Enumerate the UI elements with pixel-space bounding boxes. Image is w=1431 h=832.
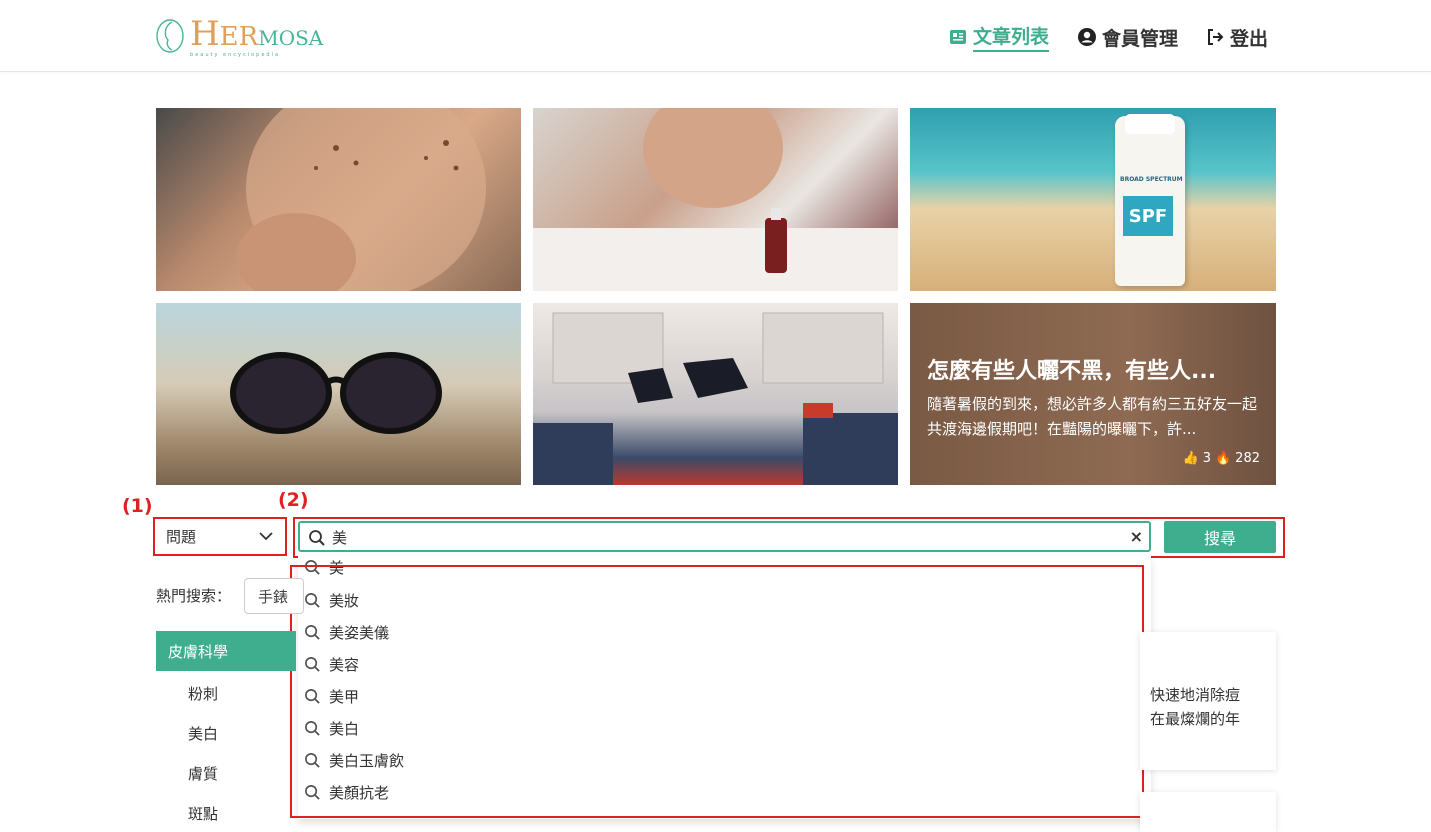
search-button[interactable]: 搜尋 (1164, 521, 1276, 553)
article-card[interactable]: 快速地消除痘 在最燦爛的年 (1140, 632, 1276, 770)
featured-tile-serum[interactable] (533, 108, 898, 291)
nav-logout-label: 登出 (1230, 27, 1269, 50)
article-card-text-line: 在最燦爛的年 (1150, 710, 1241, 728)
sidebar-item-spots[interactable]: 斑點 (188, 803, 218, 824)
featured-tile-dark-spots[interactable] (156, 108, 521, 291)
search-box[interactable]: × (298, 521, 1151, 552)
category-select-value: 問題 (166, 527, 197, 546)
nav-member-label: 會員管理 (1102, 27, 1179, 50)
annotation-label-1: (1) (122, 495, 153, 517)
tile-article-desc: 隨著暑假的到來，想必許多人都有約三五好友一起共渡海邊假期吧！在豔陽的曝曬下，許.… (927, 395, 1258, 438)
tile-article-stats: 👍 3 🔥 282 (1183, 451, 1260, 466)
category-select[interactable]: 問題 (158, 520, 282, 552)
woman-serum-illustration (533, 108, 898, 291)
hermosa-logo[interactable]: HERMOSA beauty encyclopedia (154, 14, 323, 58)
nav-article-list[interactable]: 文章列表 (948, 22, 1050, 52)
sidebar-item-whitening[interactable]: 美白 (188, 723, 218, 744)
annotation-box-2-dropdown (290, 565, 1144, 818)
user-circle-icon (1078, 28, 1096, 46)
thumbs-up-icon: 👍 (1182, 451, 1199, 466)
logo-tagline: beauty encyclopedia (190, 52, 281, 58)
search-icon (309, 530, 325, 546)
face-spots-illustration (236, 108, 486, 291)
book-icon (950, 30, 966, 44)
hot-search-chip[interactable]: 手錶 (244, 578, 304, 614)
clear-search-icon[interactable]: × (1130, 527, 1143, 546)
logout-icon (1208, 29, 1224, 45)
fire-icon: 🔥 (1214, 451, 1232, 466)
top-header: HERMOSA beauty encyclopedia 文章列表 會員管理 登出 (0, 0, 1431, 72)
article-card-text-line: 快速地消除痘 (1150, 686, 1241, 704)
hot-search-label: 熱門搜索： (156, 587, 232, 605)
featured-tile-tanning-article[interactable]: 怎麼有些人曬不黑，有些人... 隨著暑假的到來，想必許多人都有約三五好友一起共渡… (910, 303, 1276, 485)
sunscreen-bottle: BROAD SPECTRUM SPF (1115, 114, 1185, 286)
chevron-down-icon (259, 532, 273, 541)
logo-wordmark: HERMOSA (190, 14, 324, 54)
like-count: 3 (1202, 451, 1211, 466)
sidebar-category-heading[interactable]: 皮膚科學 (156, 631, 296, 671)
nav-logout[interactable]: 登出 (1205, 22, 1268, 52)
article-card[interactable] (1140, 792, 1276, 832)
featured-tile-graduation[interactable] (533, 303, 898, 485)
view-count: 282 (1235, 451, 1260, 466)
nav-member-management[interactable]: 會員管理 (1077, 22, 1178, 52)
logo-face-icon (156, 19, 184, 53)
annotation-label-2: (2) (278, 489, 309, 511)
sidebar-item-acne[interactable]: 粉刺 (188, 683, 218, 704)
search-input[interactable] (332, 525, 1112, 549)
featured-tile-sunglasses[interactable] (156, 303, 521, 485)
graduation-illustration (533, 312, 898, 485)
nav-article-list-label: 文章列表 (973, 22, 1050, 52)
sidebar-item-skin-quality[interactable]: 膚質 (188, 763, 218, 784)
featured-tile-sunscreen[interactable]: BROAD SPECTRUM SPF (910, 108, 1276, 291)
sunglasses-illustration (230, 352, 442, 434)
tile-article-title: 怎麼有些人曬不黑，有些人... (927, 359, 1217, 384)
